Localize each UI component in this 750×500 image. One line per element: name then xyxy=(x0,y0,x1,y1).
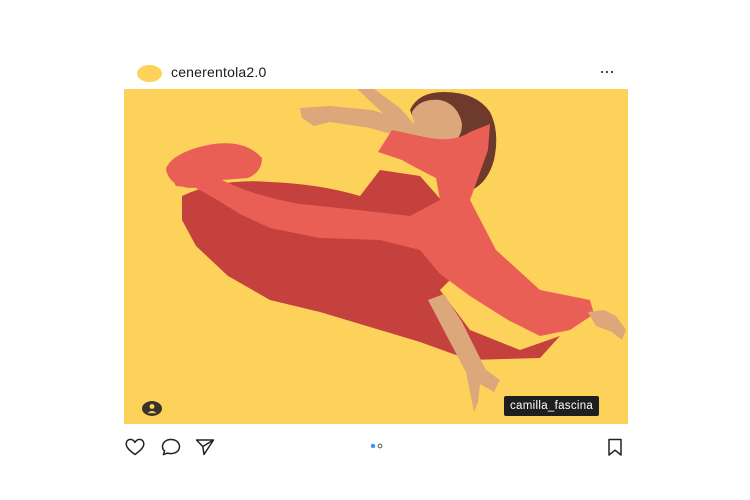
back-leg xyxy=(588,310,626,340)
dancer-illustration xyxy=(166,89,626,412)
carousel-indicator xyxy=(370,443,383,449)
post-actions-bar xyxy=(124,434,628,460)
person-icon xyxy=(147,404,157,414)
tagged-account-label[interactable]: camilla_fascina xyxy=(504,396,600,416)
profile-avatar[interactable] xyxy=(137,65,162,82)
user-tag-icon[interactable] xyxy=(142,401,162,416)
heart-icon[interactable] xyxy=(124,437,146,457)
paper-plane-icon[interactable] xyxy=(194,437,216,457)
more-horizontal-icon[interactable] xyxy=(598,62,616,80)
carousel-dot xyxy=(377,443,383,449)
post-header: cenerentola2.0 xyxy=(124,58,628,88)
bookmark-icon[interactable] xyxy=(604,437,626,457)
instagram-post-page: cenerentola2.0 camilla_fascina xyxy=(0,0,750,500)
comment-bubble-icon[interactable] xyxy=(160,437,182,457)
carousel-dot-active xyxy=(370,443,376,449)
post-image[interactable] xyxy=(124,89,628,424)
username[interactable]: cenerentola2.0 xyxy=(171,64,266,80)
